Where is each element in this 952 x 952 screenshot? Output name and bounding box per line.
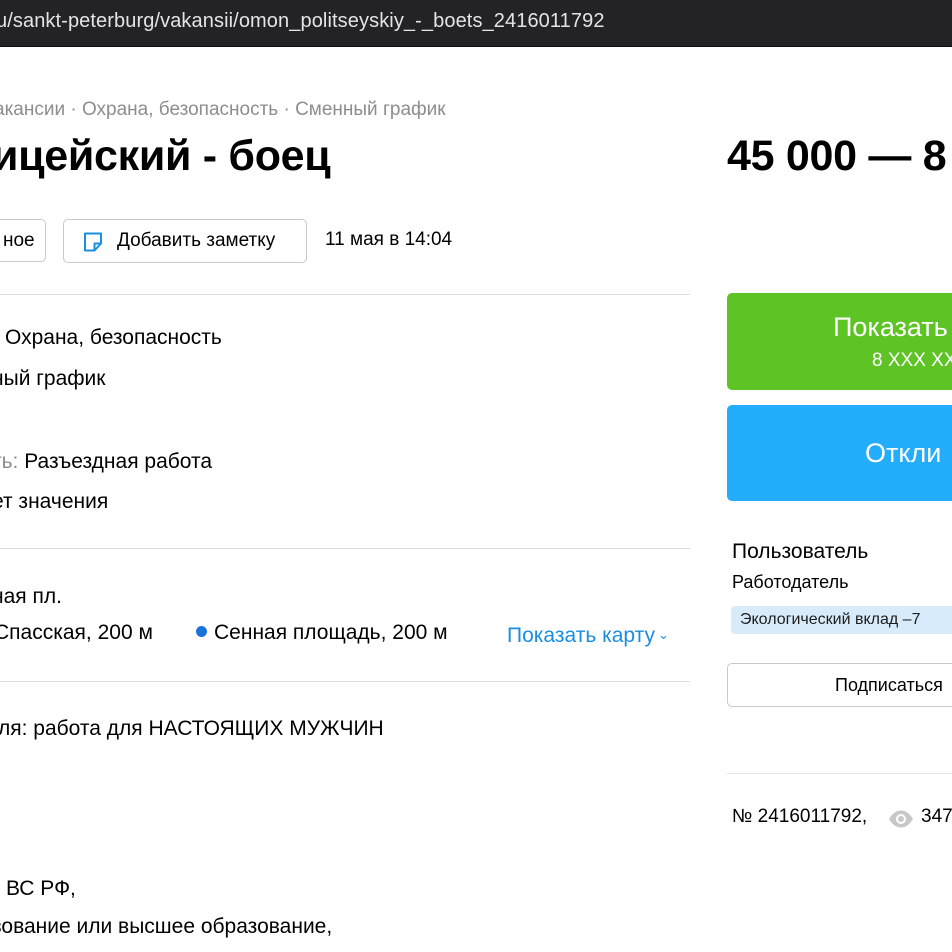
description-line: ля: работа для НАСТОЯЩИХ МУЖЧИН	[0, 717, 384, 740]
page-title: ицейский - боец	[0, 132, 331, 180]
divider	[0, 681, 690, 682]
eco-badge[interactable]: Экологический вклад –7	[731, 606, 952, 634]
note-icon	[84, 232, 102, 252]
param-work-type-value: Разъездная работа	[24, 450, 213, 473]
reply-label: Откли	[865, 438, 942, 468]
param-work-type-label: ть:	[0, 450, 19, 473]
description-line: ВС РФ,	[6, 877, 76, 900]
publish-date: 11 мая в 14:04	[325, 229, 453, 250]
divider	[0, 548, 690, 549]
browser-address-bar[interactable]: u/sankt-peterburg/vakansii/omon_politsey…	[0, 0, 952, 47]
param-schedule: ный график	[0, 367, 106, 390]
seller-role: Работодатель	[732, 572, 849, 592]
divider	[0, 294, 690, 295]
favorite-button-label: ное	[3, 230, 35, 251]
metro-station-label: Сенная площадь, 200 м	[214, 621, 448, 644]
add-note-button[interactable]: Добавить заметку	[63, 219, 307, 263]
url-text[interactable]: u/sankt-peterburg/vakansii/omon_politsey…	[0, 10, 605, 33]
subscribe-button[interactable]: Подписаться	[727, 663, 952, 707]
eco-badge-label: Экологический вклад –7	[740, 611, 921, 628]
param-work-type: ть: Разъездная работа	[0, 450, 212, 474]
show-map-link[interactable]: Показать карту ⌄	[507, 624, 669, 648]
subscribe-label: Подписаться	[835, 675, 943, 695]
metro-line-dot-icon	[196, 626, 207, 637]
breadcrumb[interactable]: акансии · Охрана, безопасность · Сменный…	[0, 99, 446, 121]
add-note-label: Добавить заметку	[117, 230, 276, 251]
show-map-label: Показать карту	[507, 624, 656, 647]
phone-masked: 8 XXX XX	[872, 350, 952, 371]
reply-button[interactable]: Откли	[727, 405, 952, 501]
param-specialization: Охрана, безопасность	[5, 326, 222, 349]
favorite-button[interactable]: ное	[0, 219, 46, 262]
price: 45 000 — 8	[727, 132, 947, 180]
show-phone-label: Показать	[833, 312, 948, 342]
chevron-down-icon: ⌄	[658, 627, 669, 642]
seller-name[interactable]: Пользователь	[732, 540, 868, 564]
metro-station: Сенная площадь, 200 м	[196, 621, 448, 645]
eye-icon	[889, 810, 913, 828]
param-experience: ет значения	[0, 490, 109, 513]
address: ная пл.	[0, 585, 62, 608]
description-line: зование или высшее образование,	[0, 915, 333, 938]
show-phone-button[interactable]: Показать 8 XXX XX	[727, 293, 952, 390]
ad-number: № 2416011792,	[732, 806, 868, 827]
divider	[727, 773, 952, 774]
metro-station: Спасская, 200 м	[0, 621, 153, 644]
views-count: 347	[921, 806, 952, 827]
